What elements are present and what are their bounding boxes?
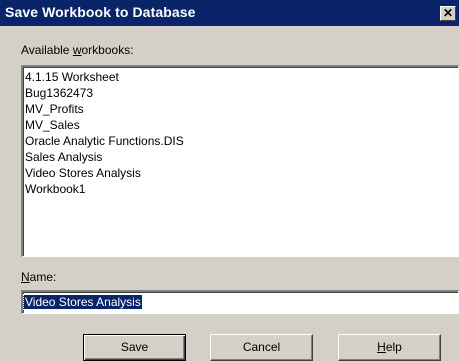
help-button[interactable]: Help	[338, 334, 441, 361]
close-button[interactable]: ✕	[440, 6, 456, 21]
list-item[interactable]: MV_Profits	[25, 101, 458, 117]
workbooks-listbox[interactable]: 4.1.15 Worksheet Bug1362473 MV_Profits M…	[21, 65, 459, 257]
list-item[interactable]: Workbook1	[25, 181, 458, 197]
name-input-value: Video Stores Analysis	[23, 294, 143, 310]
list-item[interactable]: MV_Sales	[25, 117, 458, 133]
list-item[interactable]: 4.1.15 Worksheet	[25, 69, 458, 85]
list-item[interactable]: Bug1362473	[25, 85, 458, 101]
list-item[interactable]: Sales Analysis	[25, 149, 458, 165]
save-button[interactable]: Save	[83, 334, 186, 361]
cancel-button[interactable]: Cancel	[210, 334, 313, 361]
available-workbooks-label: Available workbooks:	[21, 43, 134, 57]
title-bar: Save Workbook to Database ✕	[0, 0, 459, 26]
list-item[interactable]: Video Stores Analysis	[25, 165, 458, 181]
list-item[interactable]: Oracle Analytic Functions.DIS	[25, 133, 458, 149]
name-input[interactable]: Video Stores Analysis	[21, 290, 459, 314]
window-title: Save Workbook to Database	[5, 4, 196, 20]
close-icon: ✕	[442, 6, 454, 20]
name-label: Name:	[21, 270, 57, 284]
